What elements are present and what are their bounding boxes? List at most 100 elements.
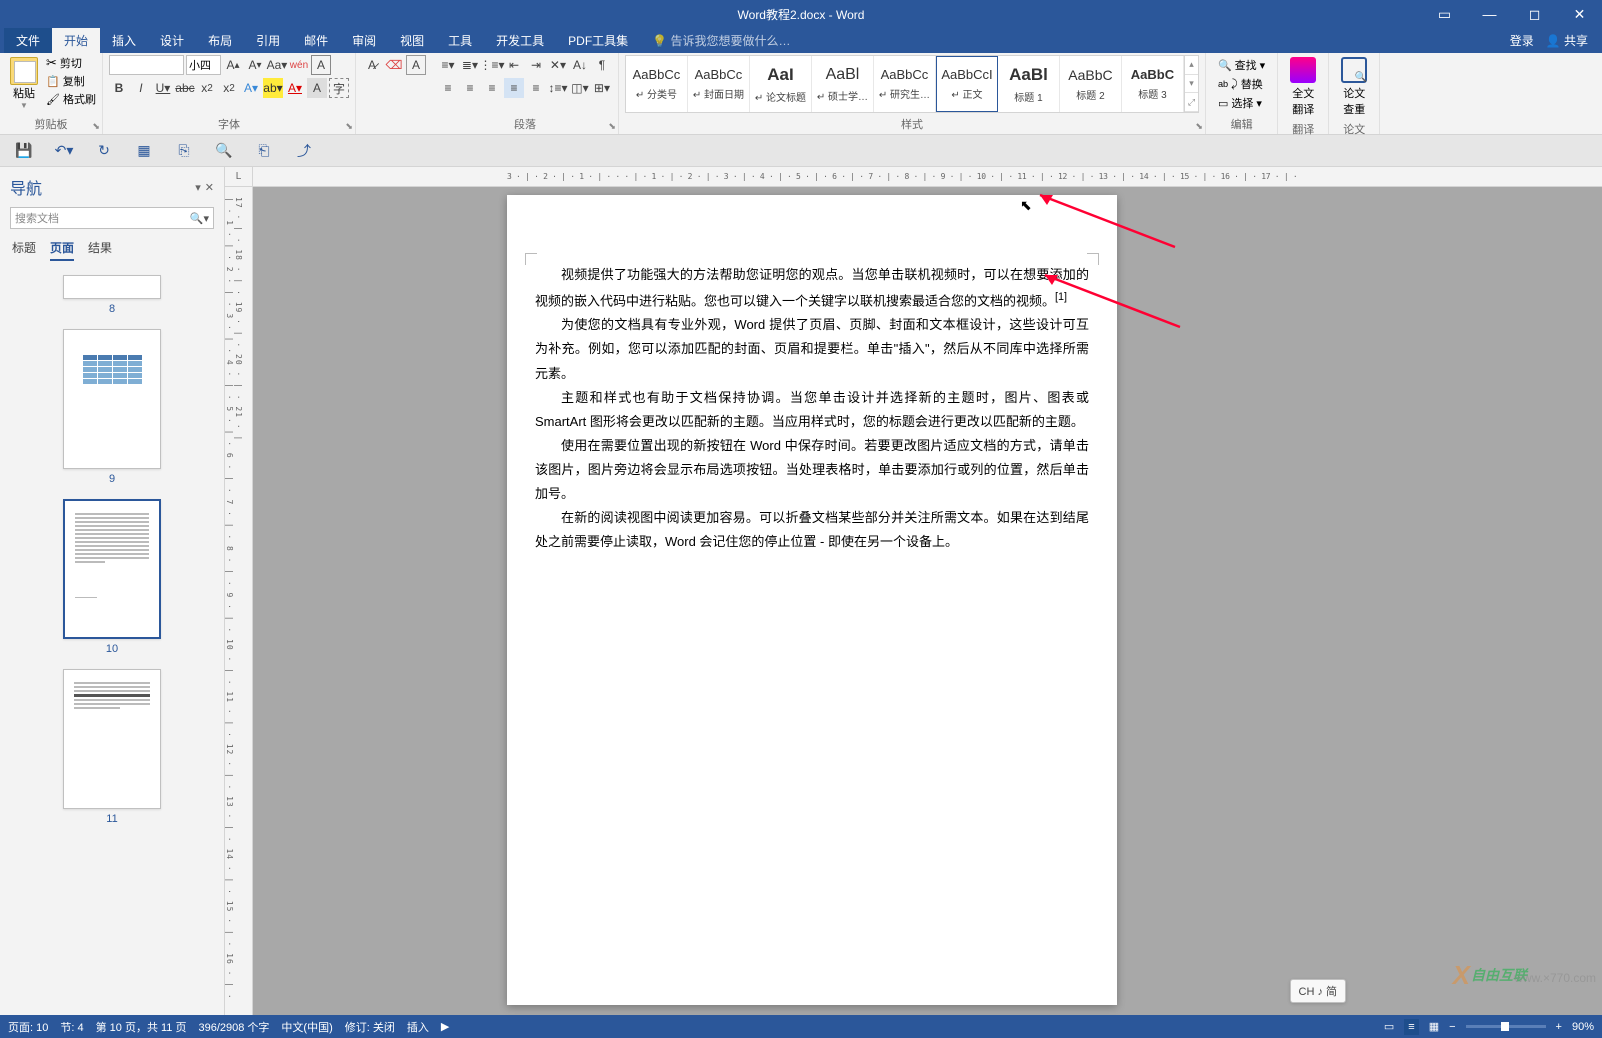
status-language[interactable]: 中文(中国) xyxy=(281,1019,332,1035)
decrease-indent-button[interactable]: ⇤ xyxy=(504,55,524,75)
page-content[interactable]: 视频提供了功能强大的方法帮助您证明您的观点。当您单击联机视频时，可以在想要添加的… xyxy=(507,195,1117,554)
tab-mailings[interactable]: 邮件 xyxy=(292,28,340,53)
maximize-icon[interactable]: ◻ xyxy=(1512,0,1557,28)
ime-indicator[interactable]: CH ♪ 简 xyxy=(1290,979,1347,1003)
status-macro-icon[interactable]: ▶ xyxy=(441,1020,449,1033)
tab-devtools[interactable]: 开发工具 xyxy=(484,28,556,53)
full-translate-button[interactable]: 全文 翻译 xyxy=(1284,55,1322,119)
nav-dropdown-icon[interactable]: ▾ xyxy=(195,181,201,194)
borders-button[interactable]: ⊞▾ xyxy=(592,78,612,98)
text-effects-button[interactable]: A▾ xyxy=(241,78,261,98)
replace-button[interactable]: ab⤸ 替换 xyxy=(1218,76,1265,92)
status-page[interactable]: 页面: 10 xyxy=(8,1019,48,1035)
thumbnail-page-11[interactable]: 11 xyxy=(0,669,224,825)
style-master[interactable]: AaBl↵ 硕士学… xyxy=(812,56,874,112)
sort-button[interactable]: A↓ xyxy=(570,55,590,75)
minimize-icon[interactable]: — xyxy=(1467,0,1512,28)
qat8-icon[interactable]: ⤴ xyxy=(294,141,314,161)
line-spacing-button[interactable]: ↕≡▾ xyxy=(548,78,568,98)
ruler-corner[interactable]: L xyxy=(225,167,253,187)
increase-font-icon[interactable]: A▴ xyxy=(223,55,243,75)
status-wordcount[interactable]: 396/2908 个字 xyxy=(198,1019,269,1035)
style-heading2[interactable]: AaBbC标题 2 xyxy=(1060,56,1122,112)
nav-tab-page[interactable]: 页面 xyxy=(50,239,74,261)
distribute-button[interactable]: ≡ xyxy=(526,78,546,98)
save-icon[interactable]: 💾 xyxy=(14,141,34,161)
preview-icon[interactable]: 🔍 xyxy=(214,141,234,161)
nav-tab-result[interactable]: 结果 xyxy=(88,239,112,261)
style-heading1[interactable]: AaBl标题 1 xyxy=(998,56,1060,112)
tab-references[interactable]: 引用 xyxy=(244,28,292,53)
zoom-level[interactable]: 90% xyxy=(1572,1021,1594,1033)
clear-format-button[interactable]: A̷ xyxy=(362,55,382,75)
highlight-button[interactable]: ab▾ xyxy=(263,78,283,98)
zoom-in-icon[interactable]: + xyxy=(1556,1021,1562,1033)
thesis-check-button[interactable]: 🔍 论文 查重 xyxy=(1335,55,1373,119)
tab-layout[interactable]: 布局 xyxy=(196,28,244,53)
align-center-button[interactable]: ≡ xyxy=(460,78,480,98)
ribbon-display-options-icon[interactable]: ▭ xyxy=(1422,0,1467,28)
status-section[interactable]: 节: 4 xyxy=(60,1019,83,1035)
nav-search-input[interactable]: 搜索文档 🔍▾ xyxy=(10,207,214,229)
tab-view[interactable]: 视图 xyxy=(388,28,436,53)
tab-tools[interactable]: 工具 xyxy=(436,28,484,53)
eraser-icon[interactable]: ⌫ xyxy=(384,55,404,75)
align-right-button[interactable]: ≡ xyxy=(482,78,502,98)
dialog-launcher-icon[interactable]: ⬊ xyxy=(1195,121,1203,132)
char-box-button[interactable]: A xyxy=(406,55,426,75)
multilevel-button[interactable]: ⋮≡▾ xyxy=(482,55,502,75)
login-button[interactable]: 登录 xyxy=(1510,32,1534,49)
tab-file[interactable]: 文件 xyxy=(4,28,52,53)
format-painter-button[interactable]: 🖌格式刷 xyxy=(46,91,96,107)
superscript-button[interactable]: x2 xyxy=(219,78,239,98)
new-icon[interactable]: ▦ xyxy=(134,141,154,161)
cut-button[interactable]: ✂剪切 xyxy=(46,55,96,71)
bold-button[interactable]: B xyxy=(109,78,129,98)
view-read-icon[interactable]: ▭ xyxy=(1384,1020,1394,1033)
copy-button[interactable]: 📋复制 xyxy=(46,73,96,89)
vertical-ruler[interactable]: | · 1 · | · 2 · | · 3 · | · 4 · | · 5 · … xyxy=(225,187,253,1015)
styles-scroll-up-icon[interactable]: ▴ xyxy=(1185,56,1198,75)
page[interactable]: 视频提供了功能强大的方法帮助您证明您的观点。当您单击联机视频时，可以在想要添加的… xyxy=(507,195,1117,1005)
shading-button[interactable]: ◫▾ xyxy=(570,78,590,98)
paste-button[interactable]: 粘贴 ▼ xyxy=(6,55,42,112)
nav-close-icon[interactable]: ✕ xyxy=(205,181,214,194)
thumbnail-page-8[interactable]: 8 xyxy=(0,275,224,315)
nav-tab-heading[interactable]: 标题 xyxy=(12,239,36,261)
style-cover-date[interactable]: AaBbCc↵ 封面日期 xyxy=(688,56,750,112)
redo-icon[interactable]: ↻ xyxy=(94,141,114,161)
numbering-button[interactable]: ≣▾ xyxy=(460,55,480,75)
tab-home[interactable]: 开始 xyxy=(52,28,100,53)
tell-me-search[interactable]: 💡 告诉我您想要做什么… xyxy=(640,28,802,53)
tab-review[interactable]: 审阅 xyxy=(340,28,388,53)
share-button[interactable]: 👤 共享 xyxy=(1546,32,1588,49)
char-shading-button[interactable]: A xyxy=(307,78,327,98)
thumbnail-page-9[interactable]: 9 xyxy=(0,329,224,485)
style-normal[interactable]: AaBbCcI↵ 正文 xyxy=(936,56,998,112)
font-name-input[interactable] xyxy=(109,55,184,75)
thumbnail-page-10[interactable]: 10 xyxy=(0,499,224,655)
search-icon[interactable]: 🔍▾ xyxy=(190,212,209,225)
view-web-icon[interactable]: ▦ xyxy=(1429,1020,1439,1033)
dialog-launcher-icon[interactable]: ⬊ xyxy=(608,121,616,132)
status-page-of[interactable]: 第 10 页，共 11 页 xyxy=(96,1019,187,1035)
zoom-out-icon[interactable]: − xyxy=(1449,1021,1455,1033)
align-justify-button[interactable]: ≡ xyxy=(504,78,524,98)
status-insert-mode[interactable]: 插入 xyxy=(407,1019,429,1035)
horizontal-ruler[interactable]: 3 · | · 2 · | · 1 · | · · · | · 1 · | · … xyxy=(253,167,1602,187)
asian-layout-button[interactable]: ✕▾ xyxy=(548,55,568,75)
change-case-button[interactable]: Aa▾ xyxy=(267,55,287,75)
qat5-icon[interactable]: ⎘ xyxy=(174,141,194,161)
close-icon[interactable]: ✕ xyxy=(1557,0,1602,28)
increase-indent-button[interactable]: ⇥ xyxy=(526,55,546,75)
find-button[interactable]: 🔍 查找 ▾ xyxy=(1218,57,1265,73)
dialog-launcher-icon[interactable]: ⬊ xyxy=(92,121,100,132)
bullets-button[interactable]: ≡▾ xyxy=(438,55,458,75)
styles-expand-icon[interactable]: ⤢ xyxy=(1185,93,1198,112)
document-canvas[interactable]: L 3 · | · 2 · | · 1 · | · · · | · 1 · | … xyxy=(225,167,1602,1015)
styles-scroll-down-icon[interactable]: ▾ xyxy=(1185,75,1198,94)
decrease-font-icon[interactable]: A▾ xyxy=(245,55,265,75)
align-left-button[interactable]: ≡ xyxy=(438,78,458,98)
show-marks-button[interactable]: ¶ xyxy=(592,55,612,75)
select-button[interactable]: ▭ 选择 ▾ xyxy=(1218,95,1265,111)
